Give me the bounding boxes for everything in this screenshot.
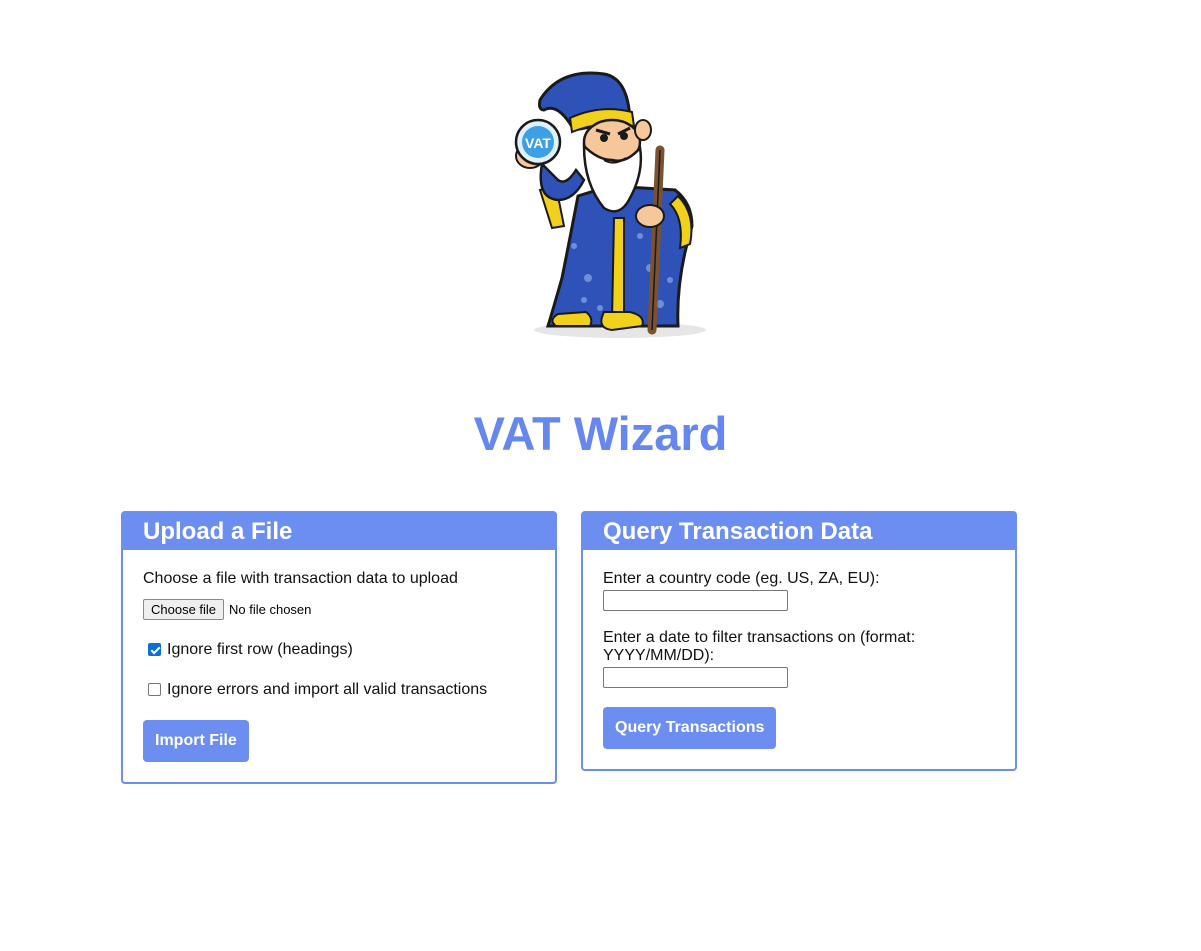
ignore-errors-checkbox[interactable] <box>148 683 161 696</box>
query-transactions-button[interactable]: Query Transactions <box>603 707 777 749</box>
ignore-first-row-checkbox[interactable] <box>148 643 161 656</box>
choose-file-button[interactable]: Choose file <box>143 599 225 620</box>
upload-prompt-text: Choose a file with transaction data to u… <box>143 570 458 587</box>
vat-wizard-logo-icon: VAT <box>514 71 706 338</box>
page: VAT VAT Wizard Upload a File Choose a fi… <box>0 0 1201 951</box>
ignore-errors-label[interactable]: Ignore errors and import all valid trans… <box>167 681 487 699</box>
country-code-input[interactable] <box>603 590 788 611</box>
query-transaction-panel: Query Transaction Data Enter a country c… <box>581 511 1017 771</box>
query-panel-header: Query Transaction Data <box>582 512 1016 550</box>
upload-file-panel: Upload a File Choose a file with transac… <box>121 511 557 784</box>
svg-text:VAT: VAT <box>525 135 551 151</box>
ignore-first-row-label[interactable]: Ignore first row (headings) <box>167 641 353 659</box>
query-panel-title: Query Transaction Data <box>603 518 873 545</box>
app-title: VAT Wizard <box>473 407 728 460</box>
import-file-button[interactable]: Import File <box>143 720 249 762</box>
date-filter-label-line1: Enter a date to filter transactions on (… <box>603 629 916 646</box>
file-status-text: No file chosen <box>229 602 312 617</box>
date-filter-input[interactable] <box>603 667 788 688</box>
date-filter-label-line2: YYYY/MM/DD): <box>603 647 715 664</box>
upload-panel-header: Upload a File <box>122 512 556 550</box>
upload-panel-title: Upload a File <box>143 518 293 545</box>
country-code-label: Enter a country code (eg. US, ZA, EU): <box>603 570 880 587</box>
